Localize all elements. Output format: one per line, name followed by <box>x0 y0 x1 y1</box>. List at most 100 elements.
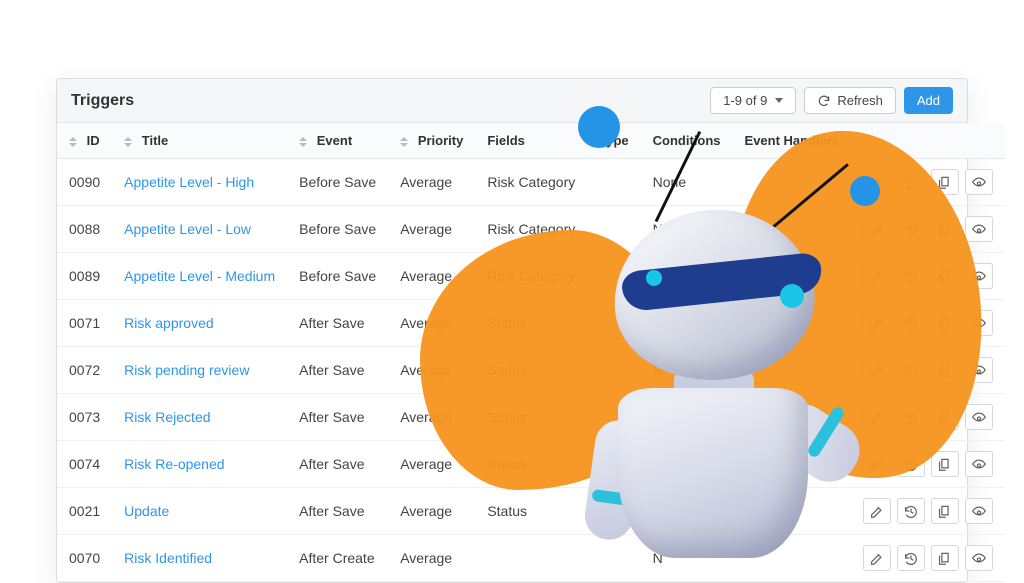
view-icon <box>971 222 987 236</box>
row-action-edit[interactable] <box>863 216 891 242</box>
row-action-history[interactable] <box>897 357 925 383</box>
refresh-button[interactable]: Refresh <box>804 87 896 114</box>
trigger-title-link[interactable]: Risk approved <box>124 315 214 331</box>
cell-event-handlers <box>733 347 852 394</box>
cell-conditions <box>641 488 733 535</box>
trigger-title-link[interactable]: Appetite Level - Low <box>124 221 251 237</box>
refresh-label: Refresh <box>837 93 883 108</box>
row-action-view[interactable] <box>965 216 993 242</box>
cell-type <box>587 441 640 488</box>
trigger-title-link[interactable]: Appetite Level - Medium <box>124 268 275 284</box>
trigger-title-link[interactable]: Risk Re-opened <box>124 456 224 472</box>
sort-icon <box>400 137 408 147</box>
row-action-edit[interactable] <box>863 545 891 571</box>
row-action-history[interactable] <box>897 545 925 571</box>
row-action-history[interactable] <box>897 263 925 289</box>
row-action-copy[interactable] <box>931 310 959 336</box>
column-header-event-handlers[interactable]: Event Handlers <box>733 123 852 159</box>
trigger-title-link[interactable]: Update <box>124 503 169 519</box>
column-header-id[interactable]: ID <box>57 123 112 159</box>
cell-type <box>587 488 640 535</box>
row-action-copy[interactable] <box>931 357 959 383</box>
pagination-range-button[interactable]: 1-9 of 9 <box>710 87 796 114</box>
cell-priority: Average <box>388 441 475 488</box>
cell-event-handlers <box>733 159 852 206</box>
column-header-title[interactable]: Title <box>112 123 287 159</box>
column-header-fields[interactable]: Fields <box>475 123 587 159</box>
row-action-view[interactable] <box>965 169 993 195</box>
row-action-copy[interactable] <box>931 545 959 571</box>
row-action-view[interactable] <box>965 451 993 477</box>
row-action-history[interactable] <box>897 169 925 195</box>
row-actions <box>863 263 993 289</box>
row-action-copy[interactable] <box>931 216 959 242</box>
cell-fields: Status <box>475 300 587 347</box>
row-action-history[interactable] <box>897 216 925 242</box>
cell-event: After Save <box>287 394 388 441</box>
cell-event-handlers <box>733 300 852 347</box>
row-action-copy[interactable] <box>931 498 959 524</box>
panel-title: Triggers <box>71 92 134 110</box>
cell-actions <box>851 253 1005 300</box>
row-actions <box>863 451 993 477</box>
row-action-view[interactable] <box>965 263 993 289</box>
cell-id: 0089 <box>57 253 112 300</box>
trigger-title-link[interactable]: Risk Rejected <box>124 409 210 425</box>
column-header-type[interactable]: Type <box>587 123 640 159</box>
row-action-view[interactable] <box>965 498 993 524</box>
table-row: 0071Risk approvedAfter SaveAverageStatus… <box>57 300 1005 347</box>
row-action-view[interactable] <box>965 404 993 430</box>
row-action-copy[interactable] <box>931 404 959 430</box>
column-header-priority[interactable]: Priority <box>388 123 475 159</box>
table-row: 0074Risk Re-openedAfter SaveAverageStatu… <box>57 441 1005 488</box>
row-action-view[interactable] <box>965 357 993 383</box>
column-header-conditions[interactable]: Conditions <box>641 123 733 159</box>
row-action-copy[interactable] <box>931 451 959 477</box>
row-action-edit[interactable] <box>863 263 891 289</box>
row-actions <box>863 169 993 195</box>
row-action-history[interactable] <box>897 451 925 477</box>
cell-event-handlers <box>733 394 852 441</box>
trigger-title-link[interactable]: Risk pending review <box>124 362 249 378</box>
cell-actions <box>851 394 1005 441</box>
cell-title: Appetite Level - Low <box>112 206 287 253</box>
sort-icon <box>299 137 307 147</box>
edit-icon <box>869 222 885 236</box>
view-icon <box>971 410 987 424</box>
cell-actions <box>851 300 1005 347</box>
cell-actions <box>851 206 1005 253</box>
cell-title: Appetite Level - High <box>112 159 287 206</box>
row-action-edit[interactable] <box>863 498 891 524</box>
cell-event: Before Save <box>287 159 388 206</box>
cell-priority: Average <box>388 347 475 394</box>
cell-event-handlers <box>733 441 852 488</box>
row-action-history[interactable] <box>897 404 925 430</box>
cell-priority: Average <box>388 206 475 253</box>
row-action-edit[interactable] <box>863 404 891 430</box>
row-action-history[interactable] <box>897 498 925 524</box>
row-action-copy[interactable] <box>931 263 959 289</box>
cell-title: Risk Re-opened <box>112 441 287 488</box>
history-icon <box>903 457 919 471</box>
trigger-title-link[interactable]: Risk Identified <box>124 550 212 566</box>
row-action-view[interactable] <box>965 310 993 336</box>
cell-title: Risk Rejected <box>112 394 287 441</box>
cell-id: 0090 <box>57 159 112 206</box>
row-action-edit[interactable] <box>863 310 891 336</box>
view-icon <box>971 363 987 377</box>
cell-title: Appetite Level - Medium <box>112 253 287 300</box>
row-action-edit[interactable] <box>863 169 891 195</box>
add-button[interactable]: Add <box>904 87 953 114</box>
row-action-copy[interactable] <box>931 169 959 195</box>
column-header-actions <box>851 123 1005 159</box>
row-action-edit[interactable] <box>863 357 891 383</box>
cell-priority: Average <box>388 535 475 582</box>
row-action-edit[interactable] <box>863 451 891 477</box>
trigger-title-link[interactable]: Appetite Level - High <box>124 174 254 190</box>
row-action-history[interactable] <box>897 310 925 336</box>
column-header-event[interactable]: Event <box>287 123 388 159</box>
triggers-table: ID Title Event Priority Fields <box>57 123 1005 582</box>
chevron-down-icon <box>775 98 783 103</box>
cell-event: Before Save <box>287 253 388 300</box>
row-action-view[interactable] <box>965 545 993 571</box>
